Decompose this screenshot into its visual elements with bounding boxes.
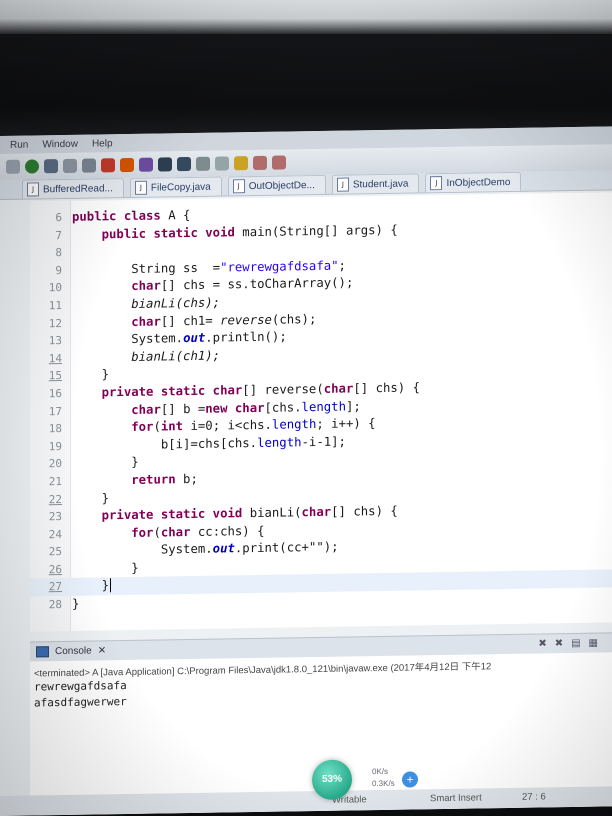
menu-window[interactable]: Window — [40, 138, 80, 150]
java-file-icon: J — [27, 182, 39, 197]
tab-bufferedread[interactable]: J BufferedRead... — [22, 178, 124, 199]
java-file-icon: J — [336, 177, 349, 192]
annotation-icon[interactable] — [234, 156, 248, 171]
java-file-icon: J — [430, 176, 443, 191]
text-caret — [110, 578, 112, 593]
pin-console-icon[interactable]: ▦ — [589, 638, 598, 649]
console-toolbar: ✖ ✖ ▤ ▦ — [538, 638, 598, 650]
cursor-position-status: 27 : 6 — [522, 791, 546, 803]
code-editor[interactable]: 6 public class A { 7 public static void m… — [30, 192, 612, 632]
menu-run[interactable]: Run — [8, 139, 30, 150]
remove-all-icon[interactable]: ✖ — [555, 638, 563, 649]
run-icon[interactable] — [25, 159, 39, 174]
back-arrow-icon[interactable] — [253, 155, 267, 171]
monitor-bezel — [0, 34, 612, 138]
toggle-mark-icon[interactable] — [196, 156, 210, 171]
insert-mode-status: Smart Insert — [430, 792, 482, 805]
tab-filecopy[interactable]: J FileCopy.java — [129, 176, 222, 197]
download-rate: 0.3K/s — [372, 778, 395, 789]
stop-icon[interactable] — [101, 158, 115, 173]
code-lines: 6 public class A { 7 public static void m… — [30, 200, 612, 614]
open-type-icon[interactable] — [158, 157, 172, 172]
open-task-icon[interactable] — [177, 156, 191, 172]
scroll-lock-icon[interactable]: ▤ — [571, 638, 580, 649]
tab-outobjectdemo[interactable]: J OutObjectDe... — [227, 174, 326, 196]
tab-inobjectdemo[interactable]: J InObjectDemo — [425, 171, 522, 193]
search-icon[interactable] — [63, 158, 77, 174]
external-tools-icon[interactable] — [139, 157, 153, 172]
debug-icon[interactable] — [44, 159, 58, 174]
coverage-icon[interactable] — [120, 157, 134, 173]
room-ceiling-light — [0, 0, 612, 34]
settings-icon[interactable] — [6, 159, 20, 174]
network-rates: 0K/s 0.3K/s — [372, 766, 395, 790]
menu-help[interactable]: Help — [90, 138, 115, 149]
close-icon[interactable]: ✕ — [98, 645, 106, 656]
console-icon — [36, 646, 49, 658]
forward-arrow-icon[interactable] — [272, 155, 286, 170]
perspective-icon[interactable] — [215, 156, 229, 171]
upload-rate: 0K/s — [372, 766, 389, 777]
tab-console[interactable]: Console — [55, 646, 92, 658]
tab-student[interactable]: J Student.java — [331, 173, 420, 194]
java-file-icon: J — [232, 179, 245, 194]
eclipse-window: Run Window Help J BufferedRead... J FileCo… — [0, 126, 612, 816]
remove-launch-icon[interactable]: ✖ — [538, 638, 546, 649]
new-icon[interactable] — [82, 158, 96, 173]
java-file-icon: J — [134, 180, 147, 195]
